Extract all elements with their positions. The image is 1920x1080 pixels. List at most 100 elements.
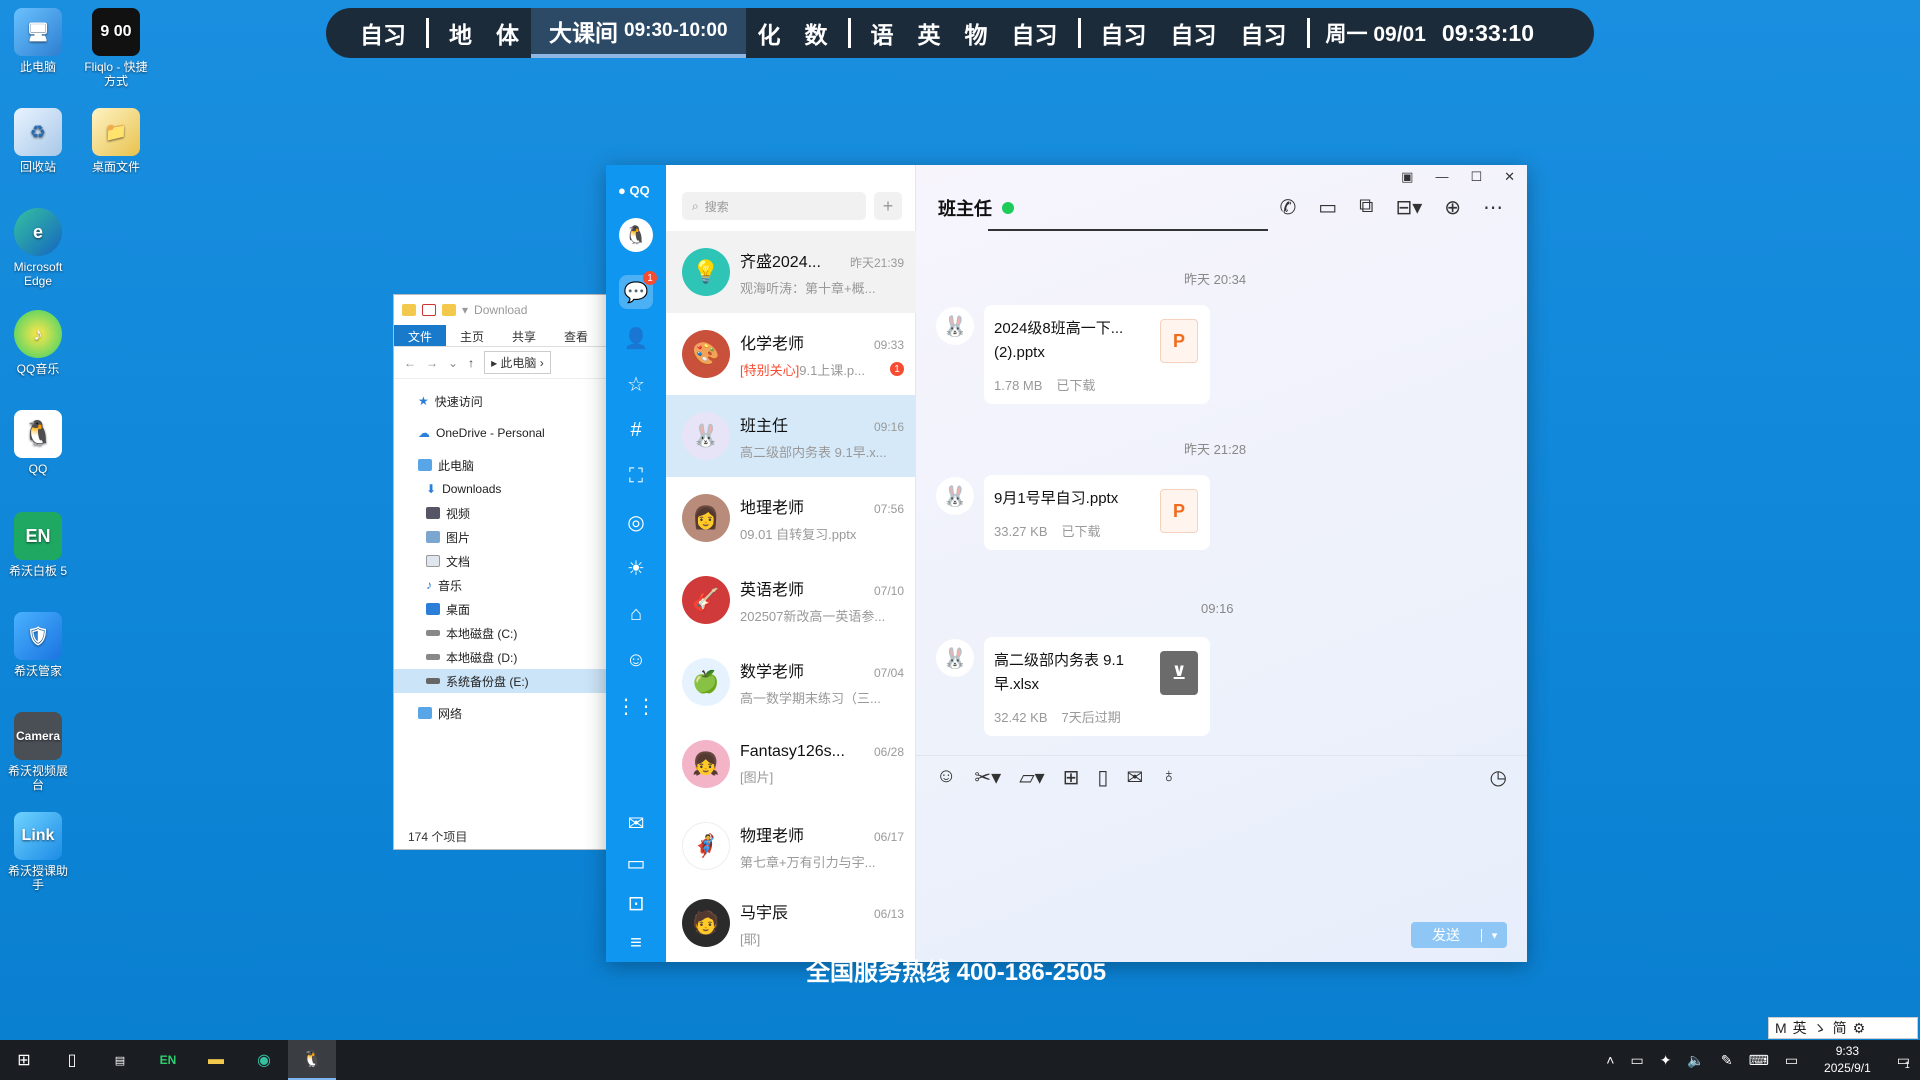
windows-start-icon[interactable]: ⊞: [0, 1040, 48, 1080]
ime-punctuation-toggle[interactable]: ゝ: [1813, 1018, 1827, 1038]
checkbox-icon[interactable]: [422, 304, 436, 316]
conversation-item[interactable]: 🐰 班主任 09:16 高二级部内务表 9.1早.x...: [666, 395, 916, 477]
chevron-down-icon[interactable]: ▾: [1481, 928, 1507, 942]
desktop-icon-fliqlo[interactable]: 9 00 Fliqlo - 快捷方式: [82, 8, 150, 88]
chevron-up-icon[interactable]: ˄: [1606, 1052, 1614, 1068]
user-avatar[interactable]: 🐧: [619, 218, 653, 252]
ribbon-tab-home[interactable]: 主页: [446, 325, 498, 346]
mail-icon[interactable]: ✉: [623, 810, 649, 836]
maximize-icon[interactable]: ☐: [1470, 169, 1482, 185]
microphone-icon[interactable]: ♁: [1161, 765, 1176, 790]
sender-avatar[interactable]: 🐰: [936, 639, 974, 677]
file-message[interactable]: 高二级部内务表 9.1早.xlsx 32.42 KB 7天后过期 ⊻: [984, 637, 1210, 736]
sender-avatar[interactable]: 🐰: [936, 307, 974, 345]
folder-icon[interactable]: ▱▾: [1019, 765, 1044, 790]
add-button[interactable]: +: [874, 192, 902, 220]
ribbon-tab-share[interactable]: 共享: [498, 325, 550, 346]
notification-icon[interactable]: ▭ 1: [1897, 1052, 1910, 1070]
pin-window-icon[interactable]: ▣: [1401, 169, 1413, 185]
file-message[interactable]: 2024级8班高一下...(2).pptx 1.78 MB 已下载 P: [984, 305, 1210, 404]
back-arrow-icon[interactable]: ←: [404, 356, 416, 370]
taskbar-edge-icon[interactable]: ◉: [240, 1040, 288, 1080]
space-icon[interactable]: ⛶: [623, 463, 649, 489]
desktop-icon-desktop-files[interactable]: 📁 桌面文件: [82, 108, 150, 174]
conversation-item[interactable]: 🦸 物理老师 06/17 第七章+万有引力与宇...: [666, 805, 916, 887]
pen-icon[interactable]: ✎: [1721, 1052, 1733, 1069]
emoji-icon[interactable]: ☺: [936, 765, 956, 790]
gear-icon[interactable]: ⚙: [1853, 1020, 1866, 1037]
desktop-icon-seewo-link[interactable]: Link 希沃授课助手: [4, 812, 72, 892]
taskbar-file-explorer-icon[interactable]: ▬: [192, 1040, 240, 1080]
security-icon[interactable]: ✦: [1660, 1052, 1672, 1069]
send-button[interactable]: 发送 ▾: [1411, 922, 1507, 948]
task-view-icon[interactable]: ▯: [48, 1040, 96, 1080]
forward-arrow-icon[interactable]: →: [426, 356, 438, 370]
tree-item-videos[interactable]: 视频: [394, 501, 610, 525]
desktop-icon-recycle-bin[interactable]: ♻ 回收站: [4, 108, 72, 174]
taskbar-qq-icon[interactable]: 🐧: [288, 1040, 336, 1080]
desktop-icon-this-pc[interactable]: 🖥 此电脑: [4, 8, 72, 74]
desktop-icon-edge[interactable]: e Microsoft Edge: [4, 208, 72, 288]
display-icon[interactable]: ▭: [1785, 1052, 1798, 1069]
conversation-item[interactable]: 🎸 英语老师 07/10 202507新改高一英语参...: [666, 559, 916, 641]
conversation-item[interactable]: 🧑 马宇辰 06/13 [耶]: [666, 887, 916, 959]
address-bar[interactable]: ▸ 此电脑 ›: [484, 351, 551, 374]
contacts-icon[interactable]: 👤: [623, 325, 649, 351]
shake-icon[interactable]: ▯: [1097, 765, 1108, 790]
volume-icon[interactable]: 🔈: [1687, 1052, 1704, 1069]
tree-item-drive-c[interactable]: 本地磁盘 (C:): [394, 621, 610, 645]
ribbon-tab-view[interactable]: 查看: [550, 325, 602, 346]
favorites-star-icon[interactable]: ☆: [623, 371, 649, 397]
taskbar-app-seewo[interactable]: EN: [144, 1040, 192, 1080]
taskbar-app-omni[interactable]: ▤: [96, 1040, 144, 1080]
desktop-icon-seewo-board[interactable]: EN 希沃白板 5: [4, 512, 72, 578]
desktop-icon-seewo-camera[interactable]: Camera 希沃视频展台: [4, 712, 72, 792]
taskbar-clock[interactable]: 9:33 2025/9/1: [1824, 1043, 1871, 1077]
apps-grid-icon[interactable]: ⋮⋮: [616, 693, 656, 719]
chevron-down-icon[interactable]: ⌄: [448, 356, 458, 370]
image-icon[interactable]: ⊞: [1063, 765, 1080, 790]
tree-item-drive-d[interactable]: 本地磁盘 (D:): [394, 645, 610, 669]
ime-lang-toggle[interactable]: 英: [1793, 1018, 1807, 1038]
scissors-icon[interactable]: ✂▾: [974, 765, 1001, 790]
tree-item-documents[interactable]: 文档: [394, 549, 610, 573]
more-icon[interactable]: ⋯: [1483, 195, 1503, 220]
game-icon[interactable]: ◎: [623, 509, 649, 535]
add-member-icon[interactable]: ⊕: [1444, 195, 1461, 220]
desktop-icon-seewo-manager[interactable]: 🛡 希沃管家: [4, 612, 72, 678]
bookmark-icon[interactable]: ⊡: [623, 890, 649, 916]
tree-item-network[interactable]: 网络: [394, 701, 610, 725]
shop-icon[interactable]: ⌂: [623, 601, 649, 627]
conversation-item[interactable]: 👧 Fantasy126s... 06/28 [图片]: [666, 723, 916, 805]
video-call-icon[interactable]: ▭: [1318, 195, 1337, 220]
up-arrow-icon[interactable]: ↑: [468, 356, 474, 370]
tree-item-this-pc[interactable]: 此电脑: [394, 453, 610, 477]
ribbon-tab-file[interactable]: 文件: [394, 325, 447, 346]
sender-avatar[interactable]: 🐰: [936, 477, 974, 515]
history-clock-icon[interactable]: ◷: [1490, 765, 1507, 790]
chevron-down-icon[interactable]: ▾: [462, 303, 468, 317]
tree-item-drive-e[interactable]: 系统备份盘 (E:): [394, 669, 610, 693]
keyboard-icon[interactable]: ⌨: [1749, 1052, 1769, 1069]
phone-icon[interactable]: ✆: [1279, 195, 1296, 220]
network-icon[interactable]: ▭: [1630, 1052, 1643, 1069]
red-packet-icon[interactable]: ✉: [1126, 765, 1143, 790]
desktop-icon-qq-music[interactable]: ♪ QQ音乐: [4, 310, 72, 376]
desktop-icon-qq[interactable]: 🐧 QQ: [4, 410, 72, 476]
tree-item-onedrive[interactable]: ☁ OneDrive - Personal: [394, 421, 610, 445]
tree-item-desktop[interactable]: 桌面: [394, 597, 610, 621]
ime-logo-icon[interactable]: M: [1775, 1020, 1787, 1036]
close-icon[interactable]: ✕: [1504, 169, 1515, 185]
conversation-item[interactable]: 💡 齐盛2024... 昨天21:39 观海听涛：第十章+概...: [666, 231, 916, 313]
tree-item-pictures[interactable]: 图片: [394, 525, 610, 549]
conversation-item[interactable]: 👩 地理老师 07:56 09.01 自转复习.pptx: [666, 477, 916, 559]
remote-desktop-icon[interactable]: ⊟▾: [1395, 195, 1422, 220]
search-input[interactable]: ⌕ 搜索: [682, 192, 866, 220]
ime-simplified-toggle[interactable]: 简: [1833, 1018, 1847, 1038]
folder-icon[interactable]: ▭: [623, 850, 649, 876]
penguin-icon[interactable]: ☺: [623, 647, 649, 673]
explorer-titlebar[interactable]: ▾ Download: [394, 295, 610, 325]
sun-icon[interactable]: ☀: [623, 555, 649, 581]
tree-item-quick-access[interactable]: ★ 快速访问: [394, 389, 610, 413]
screen-share-icon[interactable]: ⧉: [1359, 195, 1373, 220]
